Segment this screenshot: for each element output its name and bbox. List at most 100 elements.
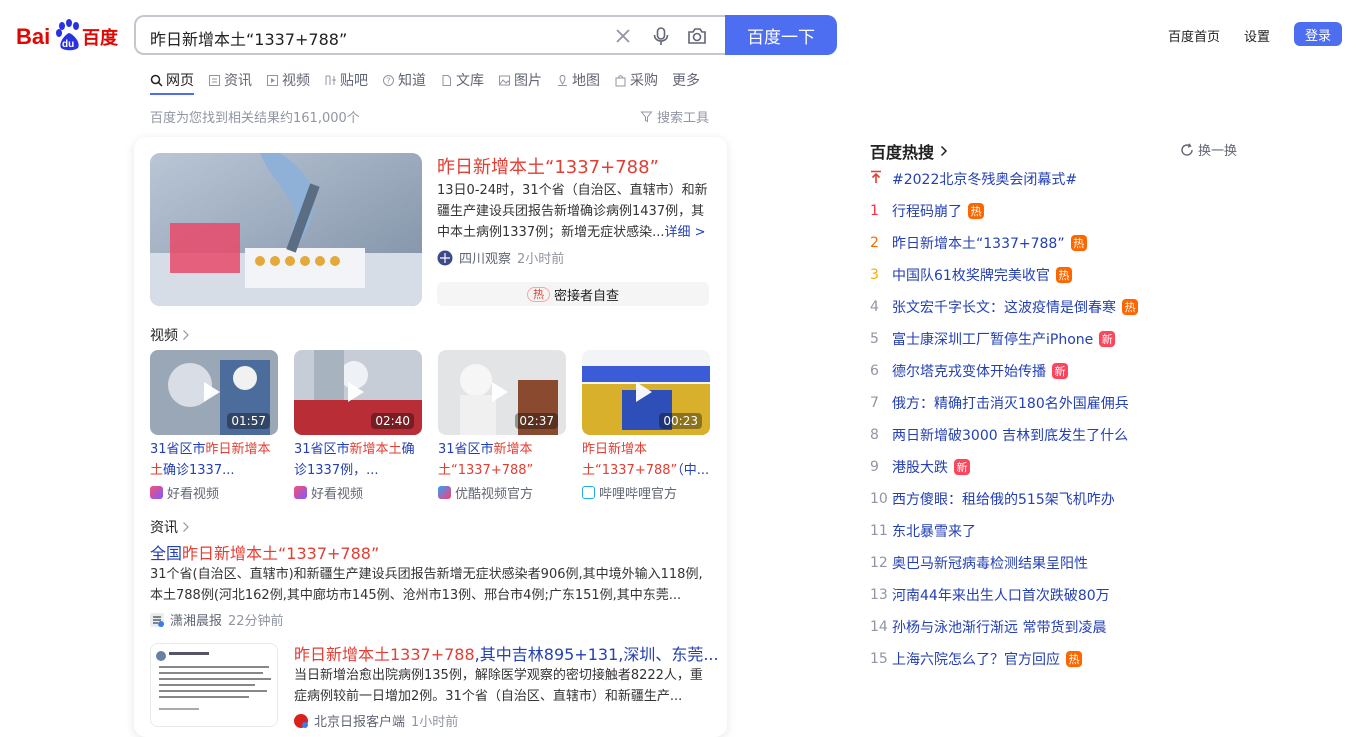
news-section-title[interactable]: 资讯 [150, 517, 190, 537]
top-result-snippet: 13日0-24时，31个省（自治区、直辖市）和新疆生产建设兵团报告新增确诊病例1… [437, 183, 708, 240]
hot-item-text: 孙杨与泳池渐行渐远 常带货到凌晨 [892, 620, 1107, 636]
hot-item-text: 东北暴雪来了 [892, 524, 976, 540]
hot-rank: 5 [870, 331, 879, 347]
hot-search-title[interactable]: 百度热搜 [870, 139, 948, 163]
search-input[interactable]: 昨日新增本土“1337+788” [150, 26, 590, 50]
hot-pill-close-contact-check[interactable]: 热 密接者自查 [437, 282, 709, 306]
chevron-right-icon [183, 330, 189, 340]
article-screenshot [151, 644, 277, 726]
hot-rank: 13 [870, 587, 888, 603]
top-result-image[interactable] [150, 153, 422, 306]
refresh-button[interactable]: 换一换 [1180, 140, 1260, 159]
hot-item-5[interactable]: 5 富士康深圳工厂暂停生产iPhone 新 [870, 328, 1116, 350]
hot-item-12[interactable]: 12 奥巴马新冠病毒检测结果呈阳性 [870, 552, 1088, 574]
hot-rank: 11 [870, 523, 888, 539]
new-badge: 新 [1099, 331, 1116, 347]
search-box[interactable]: 昨日新增本土“1337+788” [134, 15, 728, 55]
results-card: 昨日新增本土“1337+788” 13日0-24时，31个省（自治区、直辖市）和… [134, 137, 727, 737]
tab-wenku[interactable]: 文库 [440, 68, 484, 92]
video-thumb-1[interactable]: 01:57 [150, 350, 278, 435]
tab-video[interactable]: 视频 [266, 68, 310, 92]
video-title-4[interactable]: 昨日新增本土“1337+788”（中... [582, 439, 710, 481]
hot-item-text: 西方傻眼：租给俄的515架飞机咋办 [892, 492, 1115, 508]
news-item-2-thumb[interactable] [150, 643, 278, 727]
detail-link[interactable]: 详细 > [664, 225, 705, 240]
svg-text:百度: 百度 [82, 27, 118, 49]
home-link[interactable]: 百度首页 [1168, 26, 1220, 45]
hot-item-text: 奥巴马新冠病毒检测结果呈阳性 [892, 556, 1088, 572]
hot-item-13[interactable]: 13 河南44年来出生人口首次跌破80万 [870, 584, 1110, 606]
video-thumb-2[interactable]: 02:40 [294, 350, 422, 435]
bilibili-icon [582, 486, 595, 499]
hot-item-10[interactable]: 10 西方傻眼：租给俄的515架飞机咋办 [870, 488, 1115, 510]
tab-tieba[interactable]: 贴吧 [324, 68, 368, 92]
news-item-2-source[interactable]: 北京日报客户端 [314, 711, 405, 730]
hot-badge: 热 [1066, 651, 1082, 667]
hot-item-3[interactable]: 3 中国队61枚奖牌完美收官热 [870, 264, 1072, 286]
video-thumb-3[interactable]: 02:37 [438, 350, 566, 435]
video-source-1[interactable]: 好看视频 [150, 483, 219, 502]
login-button[interactable]: 登录 [1294, 22, 1342, 46]
top-result-source[interactable]: 四川观察 [459, 248, 511, 267]
video-source-2[interactable]: 好看视频 [294, 483, 363, 502]
video-title-3[interactable]: 31省区市新增本土“1337+788” [438, 439, 566, 481]
video-duration: 02:37 [515, 413, 558, 429]
hot-rank: 12 [870, 555, 888, 571]
news-item-1-title[interactable]: 全国昨日新增本土“1337+788” [150, 540, 379, 564]
hot-item-4[interactable]: 4 张文宏千字长文：这波疫情是倒春寒热 [870, 296, 1138, 318]
baidu-logo[interactable]: Bai du 百度 [16, 18, 118, 52]
hot-item-14[interactable]: 14 孙杨与泳池渐行渐远 常带货到凌晨 [870, 616, 1106, 638]
news-item-2-title[interactable]: 昨日新增本土1337+788,其中吉林895+131,深圳、东莞... [294, 641, 719, 665]
news-item-1-source[interactable]: 潇湘晨报 [170, 610, 222, 629]
tab-more[interactable]: 更多 [672, 68, 700, 92]
video-source-4[interactable]: 哔哩哔哩官方 [582, 483, 677, 502]
hot-rank: 8 [870, 427, 879, 443]
hot-item-2[interactable]: 2 昨日新增本土“1337+788” 热 [870, 232, 1087, 254]
news-item-2-snippet: 当日新增治愈出院病例135例，解除医学观察的密切接触者8222人，重症病例较前一… [294, 668, 703, 704]
settings-link[interactable]: 设置 [1244, 26, 1270, 45]
hot-item-15[interactable]: 15 上海六院怎么了？官方回应热 [870, 648, 1082, 670]
sichuan-source-icon [437, 250, 453, 265]
hot-item-7[interactable]: 7 俄方：精确打击消灭180名外国雇佣兵 [870, 392, 1129, 414]
tab-zhidao[interactable]: ? 知道 [382, 68, 426, 92]
svg-text:du: du [62, 39, 74, 50]
tab-news[interactable]: 资讯 [208, 68, 252, 92]
camera-icon[interactable] [686, 25, 708, 47]
header: Bai du 百度 昨日新增本土“1337+788” 百度一下 百度首页 设置 … [0, 0, 1366, 66]
video-duration: 00:23 [659, 413, 702, 429]
hot-item-9[interactable]: 9 港股大跌新 [870, 456, 970, 478]
video-thumb-4[interactable]: 00:23 [582, 350, 710, 435]
tab-map[interactable]: 地图 [556, 68, 600, 92]
video-title-2[interactable]: 31省区市新增本土确诊1337例，... [294, 439, 422, 481]
video-duration: 02:40 [371, 413, 414, 429]
hot-badge: 热 [1055, 267, 1072, 283]
pin-top-icon [870, 170, 892, 188]
hot-item-text: 中国队61枚奖牌完美收官 [892, 268, 1050, 284]
hot-item-text: 港股大跌 [892, 460, 948, 476]
search-button[interactable]: 百度一下 [725, 15, 837, 55]
hot-item-6[interactable]: 6 德尔塔克戎变体开始传播新 [870, 360, 1068, 382]
beijing-daily-icon [294, 713, 308, 728]
new-badge: 新 [954, 459, 970, 475]
microphone-icon[interactable] [650, 25, 672, 47]
video-title-1[interactable]: 31省区市昨日新增本土确诊1337... [150, 439, 278, 481]
map-icon [558, 74, 567, 86]
hot-item-11[interactable]: 11 东北暴雪来了 [870, 520, 976, 542]
xiaoxiang-source-icon [150, 612, 164, 627]
top-result-title[interactable]: 昨日新增本土“1337+788” [437, 153, 659, 179]
search-icon [150, 74, 163, 87]
tab-webpage[interactable]: 网页 [150, 68, 194, 95]
question-icon: ? [383, 74, 394, 86]
search-tools-button[interactable]: 搜索工具 [640, 107, 709, 126]
tab-purchase[interactable]: 采购 [614, 68, 658, 92]
refresh-icon [1181, 142, 1193, 156]
tab-images[interactable]: 图片 [498, 68, 542, 92]
clear-icon[interactable] [612, 25, 634, 47]
hot-badge: 热 [1122, 299, 1138, 315]
video-source-3[interactable]: 优酷视频官方 [438, 483, 533, 502]
video-section-title[interactable]: 视频 [150, 325, 190, 345]
haokan-icon [294, 486, 307, 499]
hot-item-1[interactable]: 1 行程码崩了热 [870, 200, 984, 222]
hot-item-8[interactable]: 8 两日新增破3000 吉林到底发生了什么 [870, 424, 1128, 446]
hot-item-pinned[interactable]: #2022北京冬残奥会闭幕式# [870, 168, 1077, 190]
